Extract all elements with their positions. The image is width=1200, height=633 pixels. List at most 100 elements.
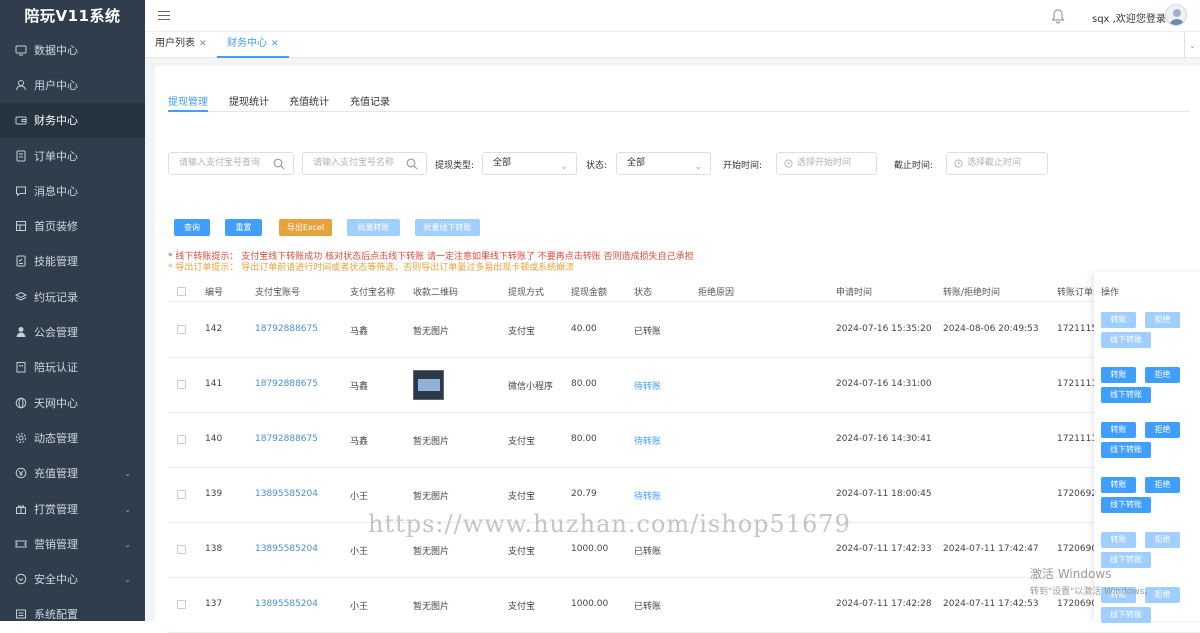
sidebar-item[interactable]: 用户中心 (0, 67, 145, 102)
user-icon (15, 79, 27, 91)
cell-id: 138 (205, 544, 222, 554)
globe-icon (15, 397, 27, 409)
reject-button[interactable]: 拒绝 (1145, 532, 1180, 548)
end-time-picker[interactable]: 选择截止时间 (946, 152, 1048, 175)
sidebar-item[interactable]: 财务中心 (0, 103, 145, 138)
reset-button[interactable]: 重置 (225, 219, 262, 236)
sidebar-item[interactable]: 动态管理 (0, 420, 145, 455)
notification-bell-icon[interactable] (1050, 8, 1066, 24)
sidebar-item-label: 消息中心 (34, 183, 78, 199)
cell-qr: 暂无图片 (413, 489, 449, 502)
subtab-withdraw-stats[interactable]: 提现统计 (229, 93, 269, 112)
reject-button[interactable]: 拒绝 (1145, 422, 1180, 438)
transfer-button[interactable]: 转账 (1101, 477, 1136, 493)
export-excel-button[interactable]: 导出Excel (279, 219, 332, 236)
user-avatar[interactable] (1165, 4, 1187, 26)
sidebar-item[interactable]: 公会管理 (0, 314, 145, 349)
sidebar-item-label: 天网中心 (34, 395, 78, 411)
sidebar-item[interactable]: 天网中心 (0, 385, 145, 420)
sidebar-item[interactable]: 陪玩认证 (0, 350, 145, 385)
cell-id: 137 (205, 599, 222, 609)
offline-transfer-button[interactable]: 线下转账 (1101, 332, 1151, 348)
chevron-down-icon: ⌄ (694, 157, 702, 178)
row-checkbox[interactable] (177, 325, 186, 334)
row-checkbox[interactable] (177, 600, 186, 609)
sidebar-item[interactable]: 充值管理⌄ (0, 456, 145, 491)
sidebar-item[interactable]: 数据中心 (0, 32, 145, 67)
input-placeholder: 选择开始时间 (797, 158, 851, 168)
sidebar-item[interactable]: 约玩记录 (0, 279, 145, 314)
qr-image-content (418, 379, 440, 391)
page-tabs: 用户列表✕ 财务中心 ✕ ⌄ (145, 32, 1200, 58)
alipay-account-search-input[interactable]: 请输入支付宝号查询 (168, 152, 294, 175)
cell-account[interactable]: 13895585204 (255, 489, 318, 499)
offline-transfer-button[interactable]: 线下转账 (1101, 497, 1151, 513)
query-button[interactable]: 查询 (174, 219, 210, 236)
cell-method: 微信小程序 (508, 379, 553, 392)
status-select[interactable]: 全部 ⌄ (616, 152, 711, 175)
column-header-name: 支付宝名称 (350, 285, 395, 298)
column-header-status: 状态 (634, 285, 652, 298)
sidebar-item-label: 动态管理 (34, 430, 78, 446)
cell-account[interactable]: 13895585204 (255, 544, 318, 554)
row-checkbox[interactable] (177, 490, 186, 499)
batch-transfer-button[interactable]: 批量转账 (347, 219, 400, 236)
message-icon (15, 185, 27, 197)
sidebar-item-label: 安全中心 (34, 571, 78, 587)
cell-status: 待转账 (634, 489, 661, 502)
transfer-button[interactable]: 转账 (1101, 532, 1136, 548)
coupon-icon (15, 538, 27, 550)
cell-method: 支付宝 (508, 544, 535, 557)
tab-scroll-chevron-icon[interactable]: ⌄ (1184, 32, 1200, 58)
subtab-recharge-stats[interactable]: 充值统计 (289, 93, 329, 112)
cell-status: 已转账 (634, 599, 661, 612)
menu-toggle-icon[interactable] (158, 9, 170, 21)
offline-transfer-button[interactable]: 线下转账 (1101, 387, 1151, 403)
qr-code-thumbnail[interactable] (413, 370, 444, 400)
batch-offline-transfer-button[interactable]: 批量线下转账 (415, 219, 480, 236)
withdraw-type-select[interactable]: 全部 ⌄ (482, 152, 577, 175)
cell-id: 142 (205, 324, 222, 334)
sidebar-item[interactable]: 首页装修 (0, 208, 145, 243)
offline-transfer-button[interactable]: 线下转账 (1101, 442, 1151, 458)
chevron-down-icon: ⌄ (124, 505, 131, 514)
gift-icon (15, 503, 27, 515)
cell-id: 140 (205, 434, 222, 444)
tab-user-list[interactable]: 用户列表✕ (145, 32, 217, 58)
transfer-button[interactable]: 转账 (1101, 422, 1136, 438)
transfer-button[interactable]: 转账 (1101, 367, 1136, 383)
cell-apply-time: 2024-07-11 18:00:45 (836, 489, 932, 499)
cell-account[interactable]: 18792888675 (255, 434, 318, 444)
tab-finance-center[interactable]: 财务中心 ✕ (217, 32, 289, 58)
sidebar-item[interactable]: 消息中心 (0, 173, 145, 208)
close-icon[interactable]: ✕ (271, 39, 279, 49)
row-checkbox[interactable] (177, 545, 186, 554)
cell-account[interactable]: 18792888675 (255, 379, 318, 389)
reject-button[interactable]: 拒绝 (1145, 477, 1180, 493)
cell-account[interactable]: 18792888675 (255, 324, 318, 334)
reject-button[interactable]: 拒绝 (1145, 312, 1180, 328)
close-icon[interactable]: ✕ (199, 39, 207, 49)
cell-account[interactable]: 13895585204 (255, 599, 318, 609)
subtab-recharge-records[interactable]: 充值记录 (350, 93, 390, 112)
tab-label: 财务中心 (227, 38, 267, 49)
sidebar-item[interactable]: 安全中心⌄ (0, 561, 145, 596)
transfer-button[interactable]: 转账 (1101, 312, 1136, 328)
row-checkbox[interactable] (177, 435, 186, 444)
select-all-checkbox[interactable] (177, 287, 186, 296)
sidebar-item[interactable]: 打赏管理⌄ (0, 491, 145, 526)
row-checkbox[interactable] (177, 380, 186, 389)
alipay-name-search-input[interactable]: 请输入支付宝号名称 (302, 152, 427, 175)
sidebar-item-label: 订单中心 (34, 148, 78, 164)
cell-amount: 1000.00 (571, 599, 608, 609)
start-time-picker[interactable]: 选择开始时间 (776, 152, 877, 175)
sidebar-item[interactable]: 系统配置 (0, 597, 145, 632)
clock-icon (784, 159, 793, 168)
reject-button[interactable]: 拒绝 (1145, 367, 1180, 383)
search-icon (273, 158, 285, 170)
sidebar-item[interactable]: 营销管理⌄ (0, 526, 145, 561)
sidebar-item[interactable]: 订单中心 (0, 138, 145, 173)
subtab-withdraw-manage[interactable]: 提现管理 (168, 93, 208, 112)
cell-name: 马鑫 (350, 434, 368, 447)
sidebar-item[interactable]: 技能管理 (0, 244, 145, 279)
